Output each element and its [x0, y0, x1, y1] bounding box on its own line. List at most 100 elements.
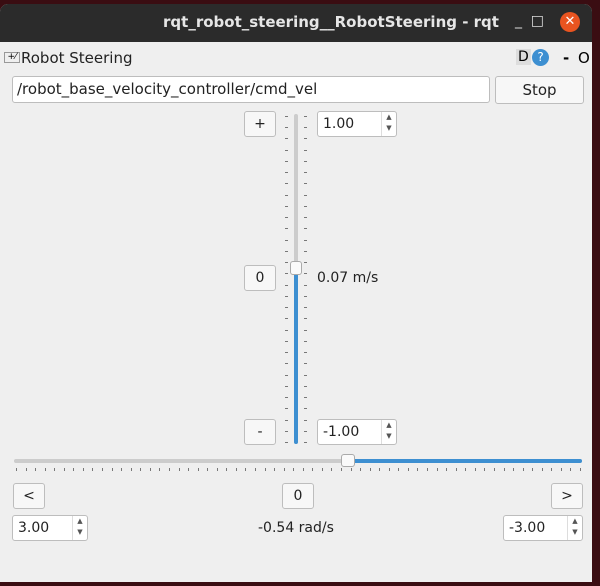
spin-arrows-icon[interactable]: ▲ ▼ [381, 112, 396, 136]
tick-mark [274, 468, 276, 471]
tick-mark [379, 468, 381, 471]
spin-arrows-icon[interactable]: ▲ ▼ [72, 516, 87, 540]
tick-mark [304, 307, 307, 309]
dock-button[interactable]: D [516, 49, 531, 65]
tick-mark [285, 374, 288, 376]
tick-mark [188, 468, 190, 471]
linear-min-spinbox[interactable]: -1.00 ▲ ▼ [317, 419, 397, 445]
tick-mark [285, 408, 288, 410]
angular-right-spinbox[interactable]: -3.00 ▲ ▼ [503, 515, 583, 541]
tick-mark [285, 295, 288, 297]
angular-readout: -0.54 rad/s [258, 520, 334, 536]
tick-mark [25, 468, 27, 471]
tick-mark [304, 239, 307, 241]
maximize-button[interactable]: □ [531, 13, 544, 29]
spin-arrows-icon[interactable]: ▲ ▼ [381, 420, 396, 444]
topic-input[interactable]: /robot_base_velocity_controller/cmd_vel [12, 76, 490, 103]
angular-left-button[interactable]: < [13, 483, 45, 509]
tick-mark [254, 468, 256, 471]
linear-max-value: 1.00 [323, 116, 355, 132]
tick-mark [560, 468, 562, 471]
tick-mark [92, 468, 94, 471]
minimize-plugin-button[interactable]: - [563, 49, 569, 67]
tick-mark [304, 295, 307, 297]
tick-mark [446, 468, 448, 471]
stop-button[interactable]: Stop [495, 76, 584, 104]
tick-mark [304, 318, 307, 320]
tick-mark [216, 468, 218, 471]
tick-mark [285, 228, 288, 230]
tick-mark [360, 468, 362, 471]
tick-mark [285, 250, 288, 252]
tick-mark [111, 468, 113, 471]
tick-mark [350, 468, 352, 471]
tick-mark [304, 340, 307, 342]
tick-mark [388, 468, 390, 471]
spin-arrows-icon[interactable]: ▲ ▼ [567, 516, 582, 540]
linear-zero-button[interactable]: 0 [244, 265, 276, 291]
close-button[interactable]: ✕ [560, 12, 580, 32]
tick-mark [285, 397, 288, 399]
tick-mark [436, 468, 438, 471]
plugin-icon: +⁄ [4, 52, 20, 63]
tick-mark [551, 468, 553, 471]
tick-mark [398, 468, 400, 471]
tick-mark [285, 194, 288, 196]
tick-mark [293, 468, 295, 471]
window-title: rqt_robot_steering__RobotSteering - rqt [163, 13, 499, 31]
tick-mark [304, 374, 307, 376]
tick-mark [285, 430, 288, 432]
tick-mark [285, 127, 288, 129]
minimize-button[interactable]: _ [515, 13, 522, 29]
tick-mark [283, 468, 285, 471]
close-plugin-button[interactable]: O [578, 49, 590, 67]
help-icon[interactable]: ? [532, 49, 549, 66]
angular-velocity-slider[interactable] [12, 448, 584, 474]
tick-mark [226, 468, 228, 471]
tick-mark [304, 397, 307, 399]
tick-mark [304, 430, 307, 432]
linear-decrease-button[interactable]: - [244, 419, 276, 445]
tick-mark [474, 468, 476, 471]
plugin-title: Robot Steering [21, 49, 133, 67]
tick-mark [285, 329, 288, 331]
linear-increase-button[interactable]: + [244, 111, 276, 137]
tick-mark [264, 468, 266, 471]
tick-mark [285, 239, 288, 241]
tick-mark [493, 468, 495, 471]
linear-velocity-slider[interactable] [280, 112, 312, 446]
tick-mark [304, 363, 307, 365]
tick-mark [304, 329, 307, 331]
tick-mark [73, 468, 75, 471]
slider-fill [348, 459, 582, 463]
tick-mark [304, 250, 307, 252]
tick-mark [44, 468, 46, 471]
linear-min-value: -1.00 [323, 424, 360, 440]
tick-mark [302, 468, 304, 471]
tick-mark [304, 116, 307, 117]
tick-mark [130, 468, 132, 471]
angular-zero-button[interactable]: 0 [282, 483, 314, 509]
linear-max-spinbox[interactable]: 1.00 ▲ ▼ [317, 111, 397, 137]
rqt-window: rqt_robot_steering__RobotSteering - rqt … [0, 4, 592, 582]
tick-mark [35, 468, 37, 471]
tick-mark [570, 468, 572, 471]
tick-mark [304, 194, 307, 196]
tick-mark [285, 205, 288, 207]
tick-mark [455, 468, 457, 471]
tick-mark [304, 442, 307, 443]
angular-left-spinbox[interactable]: 3.00 ▲ ▼ [12, 515, 88, 541]
tick-mark [331, 468, 333, 471]
tick-mark [102, 468, 104, 471]
slider-handle[interactable] [341, 454, 356, 467]
tick-mark [513, 468, 515, 471]
tick-mark [285, 172, 288, 174]
tick-mark [235, 468, 237, 471]
tick-mark [503, 468, 505, 471]
angular-right-button[interactable]: > [551, 483, 583, 509]
tick-mark [304, 160, 307, 162]
slider-handle[interactable] [290, 260, 302, 275]
tick-mark [285, 262, 288, 264]
tick-mark [304, 138, 307, 140]
linear-readout: 0.07 m/s [317, 270, 379, 286]
